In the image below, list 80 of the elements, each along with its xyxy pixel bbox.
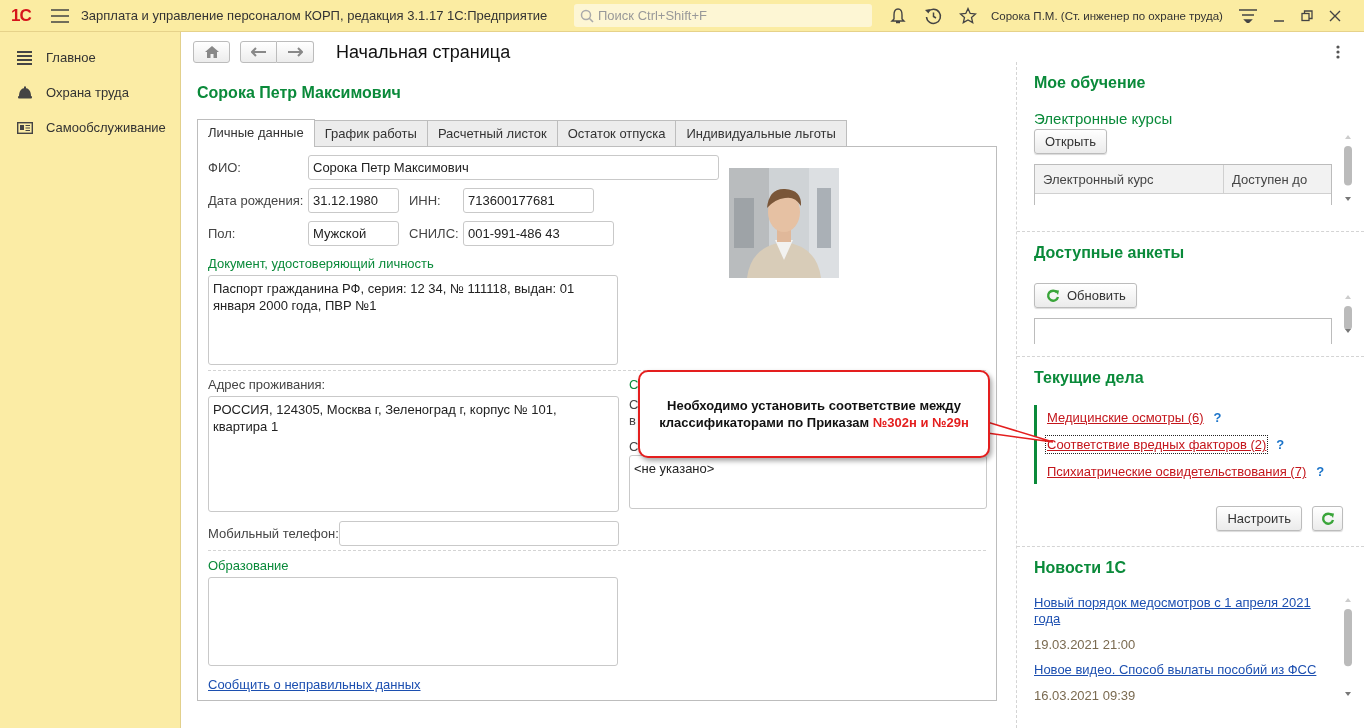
text-field[interactable]: 001-991-486 43	[463, 221, 614, 246]
text-area[interactable]: Паспорт гражданина РФ, серия: 12 34, № 111118, выдан: 01 января 2000 года, ПВР №1	[208, 275, 618, 365]
tab[interactable]: График работы	[313, 120, 428, 146]
history-icon[interactable]	[924, 6, 942, 25]
menu-icon[interactable]	[51, 8, 69, 23]
text-field[interactable]: Сорока Петр Максимович	[308, 155, 719, 180]
section-heading: Мое обучение	[1034, 74, 1147, 93]
back-button[interactable]	[240, 41, 277, 63]
text-area[interactable]: РОССИЯ, 124305, Москва г, Зеленоград г, корпус № 101, квартира 1	[208, 396, 619, 512]
help-link[interactable]: ?	[1316, 464, 1325, 479]
tab[interactable]: Остаток отпуска	[556, 120, 677, 146]
home-button[interactable]	[193, 41, 230, 63]
news-date: 19.03.2021 21:00	[1034, 637, 1137, 652]
help-link[interactable]: ?	[1213, 410, 1222, 425]
column-header[interactable]: Доступен до	[1223, 165, 1331, 194]
filter-icon[interactable]	[1238, 8, 1257, 23]
tab[interactable]: Личные данные	[197, 119, 315, 147]
column-header[interactable]: Электронный курс	[1035, 165, 1223, 194]
field-label: Пол:	[208, 226, 237, 241]
search-icon	[580, 8, 594, 23]
refresh-button[interactable]: Обновить	[1034, 283, 1137, 308]
text-area[interactable]: <не указано>	[629, 455, 987, 509]
field-label: в	[629, 413, 636, 430]
tab[interactable]: Индивидуальные льготы	[675, 120, 847, 146]
more-icon[interactable]	[1336, 45, 1340, 59]
field-label: Дата рождения:	[208, 193, 305, 208]
sidebar-item[interactable]: Охрана труда	[0, 75, 180, 110]
app-title: Зарплата и управление персоналом КОРП, редакция 3.1.17 1С:Предприятие	[81, 8, 549, 23]
subsection-heading: Электронные курсы	[1034, 110, 1174, 127]
bell-icon[interactable]	[889, 6, 907, 25]
help-link[interactable]: ?	[1276, 437, 1285, 452]
id-card-icon	[17, 119, 33, 136]
task-link[interactable]: Соответствие вредных факторов (2)	[1045, 435, 1269, 454]
field-label: Мобильный телефон:	[208, 526, 339, 541]
callout-text: Необходимо установить соответствие между классификаторами по Приказам №302н и №29н	[658, 397, 970, 431]
restore-icon[interactable]	[1300, 9, 1313, 22]
field-label: СНИЛС:	[409, 226, 460, 241]
news-link[interactable]: Новый порядок медосмотров с 1 апреля 2021 года	[1034, 595, 1324, 627]
star-icon[interactable]	[959, 6, 977, 25]
refresh-icon	[1320, 511, 1335, 526]
news-link[interactable]: Новое видео. Способ вылаты пособий из ФСС	[1034, 662, 1324, 678]
task-link[interactable]: Психиатрические освидетельствования (7)	[1045, 462, 1309, 481]
field-label: Адрес проживания:	[208, 377, 327, 392]
task-link[interactable]: Медицинские осмотры (6)	[1045, 408, 1206, 427]
refresh-button[interactable]	[1312, 506, 1343, 531]
close-icon[interactable]	[1328, 9, 1341, 22]
app-logo: 1С	[11, 5, 32, 26]
field-label: С	[629, 439, 639, 455]
employee-name: Сорока Петр Максимович	[197, 84, 402, 103]
open-button[interactable]: Открыть	[1034, 129, 1108, 154]
sidebar-item[interactable]: Главное	[0, 40, 180, 75]
text-field[interactable]: 713600177681	[463, 188, 594, 213]
news-date: 16.03.2021 09:39	[1034, 688, 1137, 703]
forward-button[interactable]	[277, 41, 314, 63]
list-box[interactable]	[1034, 318, 1332, 344]
search-placeholder: Поиск Ctrl+Shift+F	[598, 8, 707, 23]
section-heading: Документ, удостоверяющий личность	[208, 256, 435, 271]
field-label: С	[629, 397, 639, 413]
section-heading: С	[629, 377, 639, 392]
section-heading: Доступные анкеты	[1034, 244, 1186, 263]
arrow-left-icon	[250, 47, 267, 57]
tab[interactable]: Расчетный листок	[426, 120, 558, 146]
refresh-icon	[1045, 288, 1060, 303]
home-icon	[204, 46, 219, 58]
settings-button[interactable]: Настроить	[1216, 506, 1302, 531]
arrow-right-icon	[287, 47, 303, 57]
user-name[interactable]: Сорока П.М. (Ст. инженер по охране труда)	[991, 9, 1223, 22]
text-field[interactable]: Мужской	[308, 221, 399, 246]
section-heading: Образование	[208, 558, 290, 573]
sidebar-item[interactable]: Самообслуживание	[0, 110, 180, 145]
section-heading: Новости 1С	[1034, 559, 1127, 578]
field-label: ИНН:	[409, 193, 442, 208]
text-field[interactable]: 31.12.1980	[308, 188, 399, 213]
report-link[interactable]: Сообщить о неправильных данных	[208, 677, 421, 692]
phone-field[interactable]	[339, 521, 619, 546]
helmet-icon	[17, 84, 33, 101]
section-heading: Текущие дела	[1034, 369, 1145, 388]
page-title: Начальная страница	[336, 41, 511, 63]
menu-icon	[17, 49, 33, 66]
field-label: ФИО:	[208, 160, 242, 175]
